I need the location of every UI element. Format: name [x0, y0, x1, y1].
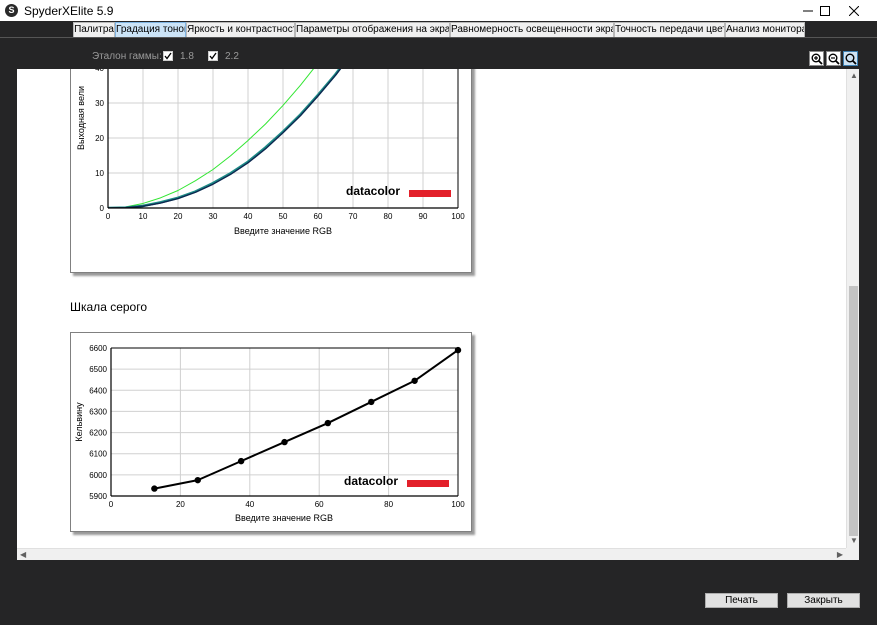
tone-y-axis-label: Выходная вели — [76, 86, 86, 150]
svg-text:datacolor: datacolor — [344, 474, 398, 488]
x-tick-label: 50 — [279, 212, 288, 221]
x-tick-label: 40 — [245, 500, 254, 509]
zoom-out-button[interactable] — [826, 51, 841, 66]
y-tick-label: 0 — [100, 204, 105, 213]
checkmark-icon — [209, 52, 217, 60]
tab-tone-response[interactable]: Градация тонов — [115, 22, 186, 37]
zoom-fit-button[interactable] — [843, 51, 858, 66]
gamma-2-2-label: 2.2 — [225, 51, 239, 62]
y-tick-label: 10 — [95, 169, 104, 178]
zoom-in-icon — [811, 53, 823, 65]
y-tick-label: 20 — [95, 134, 104, 143]
x-tick-label: 0 — [106, 212, 111, 221]
grayscale-x-axis-label: Введите значение RGB — [235, 513, 333, 523]
y-tick-label: 40 — [95, 69, 104, 73]
section-title-grayscale: Шкала серого — [70, 300, 148, 314]
maximize-icon — [820, 5, 830, 16]
tab-brightness-contrast[interactable]: Яркость и контрастность — [186, 22, 295, 37]
tab-display-settings[interactable]: Параметры отображения на экране — [295, 22, 450, 37]
gamma-1-8-label: 1.8 — [180, 51, 194, 62]
scroll-left-icon[interactable]: ◀ — [20, 550, 26, 560]
x-tick-label: 80 — [384, 500, 393, 509]
x-tick-label: 100 — [451, 500, 465, 509]
x-tick-label: 20 — [176, 500, 185, 509]
x-tick-label: 40 — [244, 212, 253, 221]
tab-uniformity[interactable]: Равномерность освещенности экрана — [450, 22, 614, 37]
tab-palette[interactable]: Палитра — [73, 22, 115, 37]
x-tick-label: 60 — [315, 500, 324, 509]
tone-response-plot: 0 10 20 30 40 50 60 70 80 90 100 0 10 20 30 40 Введите… — [76, 69, 465, 236]
scrollbar-corner — [846, 548, 859, 560]
scroll-right-icon[interactable]: ▶ — [837, 550, 843, 560]
data-point — [411, 377, 418, 384]
y-tick-label: 6300 — [89, 407, 107, 416]
data-point — [368, 398, 375, 406]
data-point — [281, 438, 288, 446]
data-point — [237, 457, 245, 465]
gamma-reference-label: Эталон гаммы: — [92, 51, 162, 62]
scroll-up-icon[interactable]: ▲ — [850, 71, 858, 81]
x-tick-label: 80 — [384, 212, 393, 221]
close-window-button[interactable] — [831, 0, 877, 21]
y-tick-label: 6500 — [89, 365, 107, 374]
toolbar: Эталон гаммы: 1.8 2.2 — [0, 37, 877, 69]
close-icon — [849, 5, 859, 16]
grayscale-chart: 0 20 40 60 80 100 5900 6000 6100 6200 6300 6400 650… — [70, 332, 472, 532]
y-tick-label: 6400 — [89, 386, 107, 395]
checkmark-icon — [164, 52, 172, 60]
title-bar: S SpyderXElite 5.9 — [0, 0, 877, 21]
y-tick-label: 6600 — [89, 344, 107, 353]
svg-text:datacolor: datacolor — [346, 184, 400, 198]
y-tick-label: 6100 — [89, 450, 107, 459]
x-tick-label: 90 — [419, 212, 428, 221]
report-viewport[interactable]: 0 10 20 30 40 50 60 70 80 90 100 0 10 20 30 40 Введите… — [17, 69, 859, 560]
x-tick-label: 70 — [349, 212, 358, 221]
window-title: SpyderXElite 5.9 — [24, 4, 114, 18]
zoom-fit-icon — [845, 53, 857, 65]
tone-response-chart: 0 10 20 30 40 50 60 70 80 90 100 0 10 20 30 40 Введите… — [70, 69, 472, 273]
gamma-2-2-checkbox[interactable] — [208, 51, 218, 61]
scroll-down-icon[interactable]: ▼ — [850, 536, 858, 546]
zoom-in-button[interactable] — [809, 51, 824, 66]
close-button[interactable]: Закрыть — [787, 593, 860, 608]
tab-monitor-analysis[interactable]: Анализ монитора — [725, 22, 805, 37]
vertical-scrollbar[interactable]: ▲ ▼ — [846, 69, 859, 548]
data-point — [194, 476, 201, 484]
x-tick-label: 30 — [209, 212, 218, 221]
x-tick-label: 100 — [451, 212, 465, 221]
tone-x-axis-label: Введите значение RGB — [234, 226, 332, 236]
gamma-1-8-checkbox[interactable] — [163, 51, 173, 61]
y-tick-label: 6200 — [89, 429, 107, 438]
tab-color-accuracy[interactable]: Точность передачи цвета — [614, 22, 725, 37]
data-point — [324, 419, 332, 427]
horizontal-scrollbar[interactable]: ◀ ▶ — [17, 548, 846, 560]
data-point — [151, 485, 158, 492]
y-tick-label: 30 — [95, 99, 104, 108]
zoom-out-icon — [828, 53, 840, 65]
app-icon: S — [5, 4, 18, 17]
x-tick-label: 60 — [314, 212, 323, 221]
x-tick-label: 0 — [109, 500, 114, 509]
tab-strip: Палитра Градация тонов Яркость и контрас… — [0, 21, 877, 37]
x-tick-label: 20 — [174, 212, 183, 221]
x-tick-label: 10 — [139, 212, 148, 221]
y-tick-label: 6000 — [89, 471, 107, 480]
y-tick-label: 5900 — [89, 492, 107, 501]
grayscale-y-axis-label: Кельвину — [74, 402, 84, 442]
vertical-scroll-thumb[interactable] — [849, 286, 858, 536]
print-button[interactable]: Печать — [705, 593, 778, 608]
grayscale-plot: 0 20 40 60 80 100 5900 6000 6100 6200 6300 6400 650… — [74, 344, 465, 523]
